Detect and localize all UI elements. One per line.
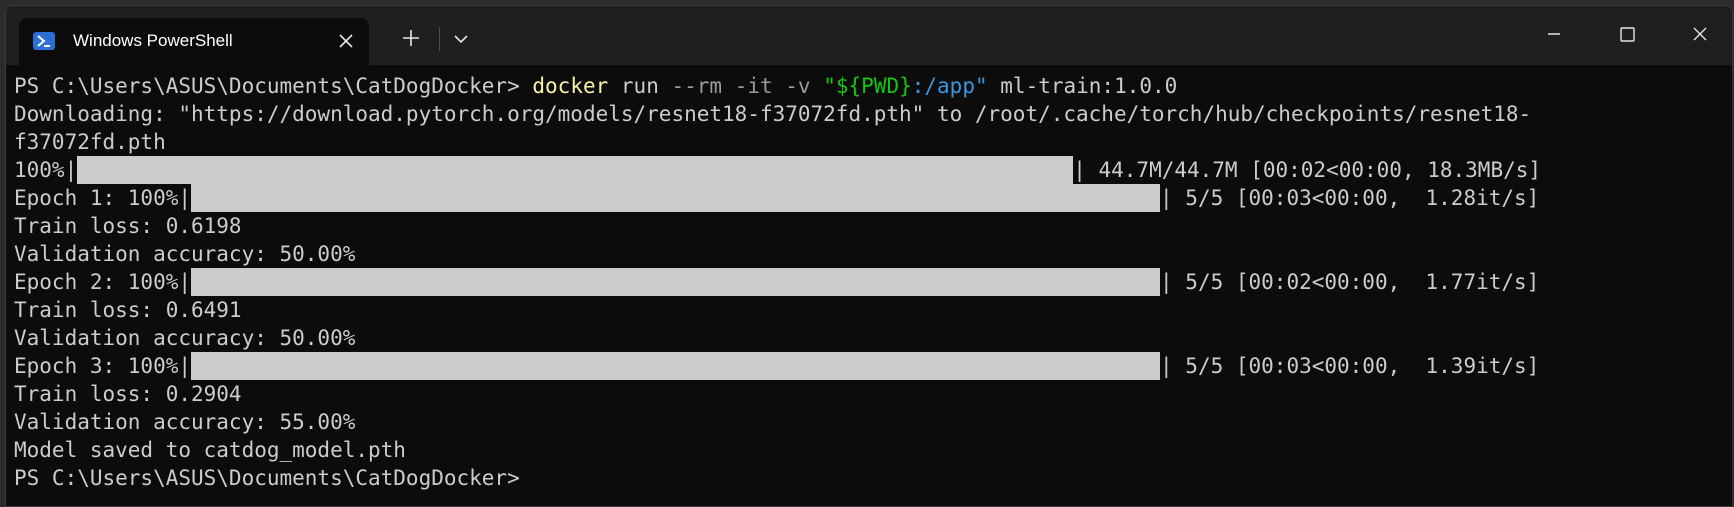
train-loss-line: Train loss: 0.6198 [14,214,242,238]
close-tab-icon[interactable] [335,30,357,52]
epoch-stats: | 5/5 [00:03<00:00, 1.28it/s] [1160,186,1540,210]
maximize-button[interactable] [1602,14,1652,54]
epoch-progress-line: Epoch 1: 100%| | 5/5 [00:03<00:00, 1.28it… [14,184,1714,212]
terminal-window: Windows PowerShell PS C:\Users\ASUS\Docu… [5,5,1733,507]
epoch-prefix: Epoch 3: 100%| [14,354,192,378]
minimize-icon [1548,33,1560,35]
subcommand: run [620,74,659,98]
progress-stats: | 44.7M/44.7M [00:02<00:00, 18.3MB/s] [1073,158,1542,182]
download-progress-line: 100%| | 44.7M/44.7M [00:02<00:00, 18.3MB/… [14,156,1714,184]
epoch-progress-line: Epoch 3: 100%| | 5/5 [00:03<00:00, 1.39it… [14,352,1714,380]
epoch-progress-bar [191,352,1161,380]
string-path: :/app [911,74,975,98]
epoch-progress-bar [191,184,1161,212]
epoch-stats: | 5/5 [00:03<00:00, 1.39it/s] [1160,354,1540,378]
chevron-down-icon [454,35,468,44]
tab-dropdown-button[interactable] [444,18,478,58]
image-name: ml-train:1.0.0 [1000,74,1178,98]
powershell-icon [33,32,55,50]
epoch-progress-bar [191,268,1161,296]
validation-accuracy-line: Validation accuracy: 50.00% [14,242,356,266]
string-variable: ${PWD} [835,74,912,98]
final-prompt: PS C:\Users\ASUS\Documents\CatDogDocker> [14,466,520,490]
terminal-output[interactable]: PS C:\Users\ASUS\Documents\CatDogDocker>… [14,72,1714,492]
command-line: PS C:\Users\ASUS\Documents\CatDogDocker>… [14,72,1714,100]
string-quote-close: " [974,74,988,98]
train-loss-line: Train loss: 0.6491 [14,298,242,322]
plus-icon [403,30,419,46]
validation-accuracy-line: Validation accuracy: 50.00% [14,326,356,350]
command-flags: --rm -it -v [671,74,811,98]
maximize-icon [1620,27,1635,42]
string-quote-open: " [823,74,836,98]
model-saved-line: Model saved to catdog_model.pth [14,438,406,462]
close-icon [1693,27,1707,41]
prompt: PS C:\Users\ASUS\Documents\CatDogDocker> [14,74,520,98]
command-name: docker [532,74,609,98]
minimize-button[interactable] [1529,14,1579,54]
progress-prefix: 100%| [14,158,78,182]
tab-title: Windows PowerShell [73,31,233,50]
epoch-prefix: Epoch 1: 100%| [14,186,192,210]
epoch-prefix: Epoch 2: 100%| [14,270,192,294]
epoch-stats: | 5/5 [00:02<00:00, 1.77it/s] [1160,270,1540,294]
close-window-button[interactable] [1674,14,1726,54]
download-progress-bar [77,156,1074,184]
download-line-wrap: f37072fd.pth [14,130,166,154]
train-loss-line: Train loss: 0.2904 [14,382,242,406]
download-line: Downloading: "https://download.pytorch.o… [14,102,1532,126]
epoch-progress-line: Epoch 2: 100%| | 5/5 [00:02<00:00, 1.77it… [14,268,1714,296]
tab-windows-powershell[interactable]: Windows PowerShell [19,18,369,65]
title-bar: Windows PowerShell [6,6,1732,65]
validation-accuracy-line: Validation accuracy: 55.00% [14,410,356,434]
tab-separator [439,27,440,51]
new-tab-button[interactable] [388,18,434,58]
